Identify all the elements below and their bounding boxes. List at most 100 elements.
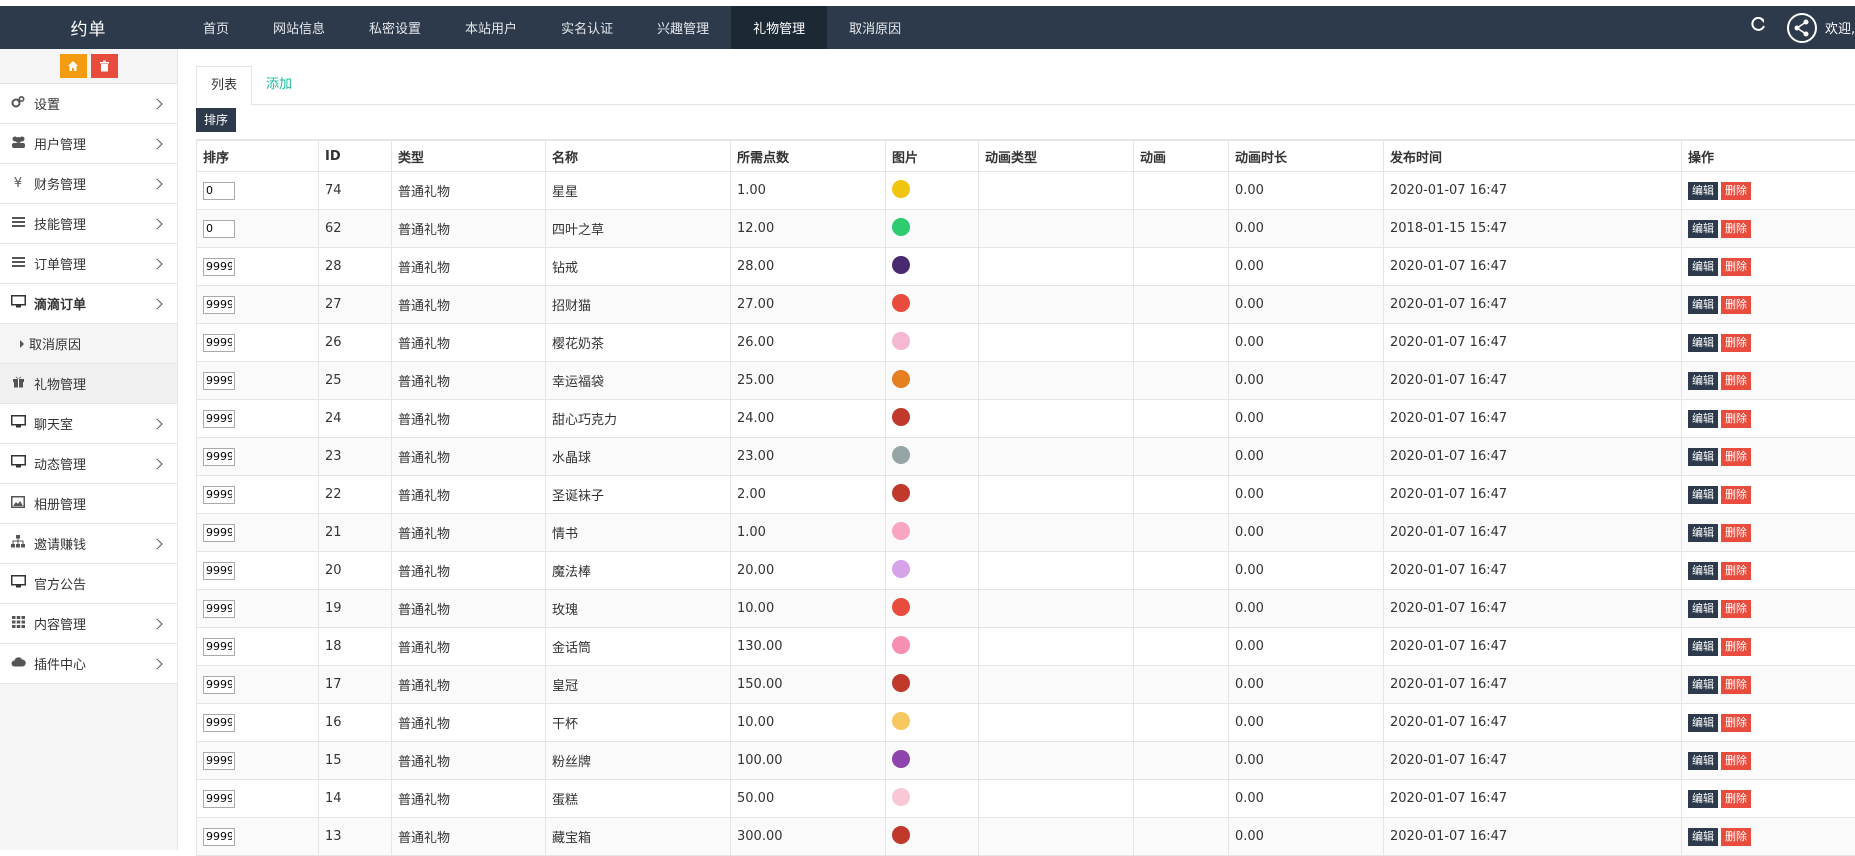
nav-item[interactable]: 首页 (181, 6, 251, 49)
edit-button[interactable]: 编辑 (1688, 486, 1718, 504)
sidebar-item[interactable]: 邀请赚钱 (0, 524, 177, 564)
sidebar-item[interactable]: 用户管理 (0, 124, 177, 164)
sort-order-input[interactable] (203, 372, 235, 390)
sidebar-item[interactable]: 官方公告 (0, 564, 177, 604)
delete-button[interactable]: 删除 (1721, 600, 1751, 618)
edit-button[interactable]: 编辑 (1688, 410, 1718, 428)
sidebar-item[interactable]: ¥财务管理 (0, 164, 177, 204)
type-cell: 普通礼物 (392, 324, 546, 362)
edit-button[interactable]: 编辑 (1688, 828, 1718, 846)
sort-order-input[interactable] (203, 600, 235, 618)
image-cell (886, 286, 979, 324)
table-row: 27普通礼物招财猫27.000.002020-01-07 16:47编辑删除 (197, 286, 1855, 324)
sort-order-input[interactable] (203, 524, 235, 542)
home-button[interactable] (60, 54, 87, 78)
edit-button[interactable]: 编辑 (1688, 714, 1718, 732)
edit-button[interactable]: 编辑 (1688, 220, 1718, 238)
table-row: 28普通礼物钻戒28.000.002020-01-07 16:47编辑删除 (197, 248, 1855, 286)
publish-time-cell: 2018-01-15 15:47 (1384, 210, 1682, 248)
nav-item[interactable]: 网站信息 (251, 6, 347, 49)
delete-button[interactable]: 删除 (1721, 562, 1751, 580)
sort-order-input[interactable] (203, 410, 235, 428)
edit-button[interactable]: 编辑 (1688, 638, 1718, 656)
edit-button[interactable]: 编辑 (1688, 600, 1718, 618)
type-cell: 普通礼物 (392, 742, 546, 780)
sidebar-item[interactable]: 聊天室 (0, 404, 177, 444)
animation-cell (1134, 704, 1229, 742)
edit-button[interactable]: 编辑 (1688, 676, 1718, 694)
nav-item[interactable]: 实名认证 (539, 6, 635, 49)
sort-order-input[interactable] (203, 220, 235, 238)
clear-cache-button[interactable] (91, 54, 118, 78)
sort-order-input[interactable] (203, 676, 235, 694)
sort-order-input[interactable] (203, 258, 235, 276)
gift-image-icon (892, 598, 910, 616)
delete-button[interactable]: 删除 (1721, 828, 1751, 846)
edit-button[interactable]: 编辑 (1688, 372, 1718, 390)
edit-button[interactable]: 编辑 (1688, 790, 1718, 808)
sidebar-item[interactable]: 相册管理 (0, 484, 177, 524)
nav-item[interactable]: 私密设置 (347, 6, 443, 49)
edit-button[interactable]: 编辑 (1688, 752, 1718, 770)
delete-button[interactable]: 删除 (1721, 524, 1751, 542)
edit-button[interactable]: 编辑 (1688, 334, 1718, 352)
delete-button[interactable]: 删除 (1721, 790, 1751, 808)
delete-button[interactable]: 删除 (1721, 334, 1751, 352)
edit-button[interactable]: 编辑 (1688, 562, 1718, 580)
sort-cell (197, 248, 319, 286)
sidebar-item-label: 滴滴订单 (34, 294, 86, 313)
nav-item[interactable]: 取消原因 (827, 6, 923, 49)
delete-button[interactable]: 删除 (1721, 372, 1751, 390)
delete-button[interactable]: 删除 (1721, 258, 1751, 276)
sort-order-input[interactable] (203, 752, 235, 770)
delete-button[interactable]: 删除 (1721, 752, 1751, 770)
nav-item[interactable]: 礼物管理 (731, 6, 827, 49)
edit-button[interactable]: 编辑 (1688, 258, 1718, 276)
nav-item[interactable]: 本站用户 (443, 6, 539, 49)
sort-order-input[interactable] (203, 562, 235, 580)
sort-cell (197, 476, 319, 514)
sidebar-item[interactable]: 技能管理 (0, 204, 177, 244)
sort-order-input[interactable] (203, 486, 235, 504)
edit-button[interactable]: 编辑 (1688, 182, 1718, 200)
edit-button[interactable]: 编辑 (1688, 448, 1718, 466)
sort-order-input[interactable] (203, 182, 235, 200)
refresh-icon[interactable] (1747, 17, 1769, 39)
sort-order-input[interactable] (203, 790, 235, 808)
delete-button[interactable]: 删除 (1721, 410, 1751, 428)
name-cell: 樱花奶茶 (546, 324, 731, 362)
delete-button[interactable]: 删除 (1721, 676, 1751, 694)
tab-add[interactable]: 添加 (252, 66, 306, 104)
delete-button[interactable]: 删除 (1721, 182, 1751, 200)
sidebar-item[interactable]: 礼物管理 (0, 364, 177, 404)
edit-button[interactable]: 编辑 (1688, 296, 1718, 314)
sidebar-item[interactable]: 设置 (0, 84, 177, 124)
sidebar-item[interactable]: 内容管理 (0, 604, 177, 644)
tab-list[interactable]: 列表 (196, 66, 252, 106)
sort-order-input[interactable] (203, 334, 235, 352)
sidebar-item-label: 内容管理 (34, 614, 86, 633)
sort-order-input[interactable] (203, 714, 235, 732)
sort-order-input[interactable] (203, 296, 235, 314)
sort-button[interactable]: 排序 (196, 108, 236, 132)
sidebar-item[interactable]: 滴滴订单 (0, 284, 177, 324)
sort-order-input[interactable] (203, 828, 235, 846)
sidebar-item[interactable]: 动态管理 (0, 444, 177, 484)
nav-item[interactable]: 兴趣管理 (635, 6, 731, 49)
name-cell: 四叶之草 (546, 210, 731, 248)
image-cell (886, 172, 979, 210)
sidebar-item[interactable]: 插件中心 (0, 644, 177, 684)
delete-button[interactable]: 删除 (1721, 714, 1751, 732)
delete-button[interactable]: 删除 (1721, 638, 1751, 656)
sort-order-input[interactable] (203, 638, 235, 656)
edit-button[interactable]: 编辑 (1688, 524, 1718, 542)
sort-order-input[interactable] (203, 448, 235, 466)
delete-button[interactable]: 删除 (1721, 486, 1751, 504)
sidebar-item[interactable]: 订单管理 (0, 244, 177, 284)
avatar[interactable] (1787, 13, 1817, 43)
sidebar-item[interactable]: 取消原因 (0, 324, 177, 364)
delete-button[interactable]: 删除 (1721, 296, 1751, 314)
delete-button[interactable]: 删除 (1721, 448, 1751, 466)
publish-time-cell: 2020-01-07 16:47 (1384, 324, 1682, 362)
delete-button[interactable]: 删除 (1721, 220, 1751, 238)
